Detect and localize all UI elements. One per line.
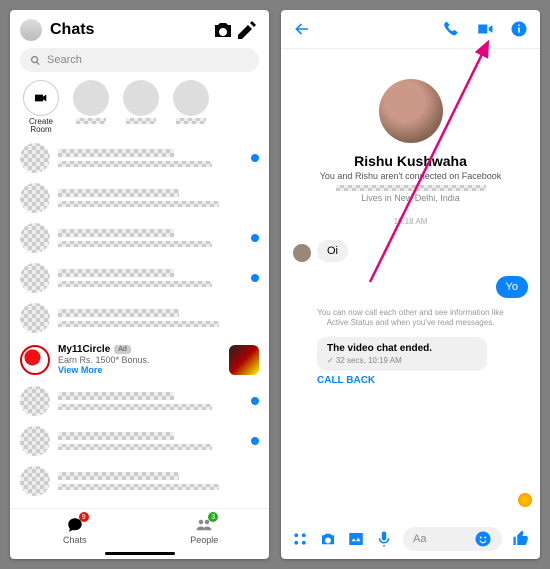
- message-row-out: Yo: [293, 276, 528, 298]
- emoji-icon[interactable]: [474, 530, 492, 548]
- mic-icon[interactable]: [375, 530, 393, 548]
- chat-item[interactable]: [10, 461, 269, 501]
- call-ended-title: The video chat ended.: [327, 343, 477, 354]
- unread-dot: [251, 274, 259, 282]
- search-placeholder: Search: [47, 54, 82, 66]
- chat-item[interactable]: [10, 258, 269, 298]
- unread-dot: [251, 234, 259, 242]
- system-info-note: You can now call each other and see info…: [293, 308, 528, 329]
- conversation-body: Rishu Kushwaha You and Rishu aren't conn…: [281, 49, 540, 521]
- video-plus-icon: [33, 90, 49, 106]
- story-item[interactable]: [170, 80, 212, 134]
- unread-dot: [251, 437, 259, 445]
- ad-name: My11Circle: [58, 344, 110, 355]
- incoming-message[interactable]: Oi: [317, 240, 348, 262]
- sender-avatar[interactable]: [293, 244, 311, 262]
- chats-screen: Chats Search Create Room My11Circle Ad Ea…: [10, 10, 269, 559]
- message-input-bar: Aa: [281, 521, 540, 559]
- chat-item[interactable]: [10, 381, 269, 421]
- camera-icon[interactable]: [319, 530, 337, 548]
- conversation-topbar: [281, 10, 540, 49]
- compose-icon[interactable]: [235, 18, 259, 42]
- info-button[interactable]: [510, 20, 528, 38]
- chat-item[interactable]: [10, 421, 269, 461]
- reaction-indicator: [518, 493, 532, 507]
- chat-list: My11Circle Ad Earn Rs. 1500* Bonus. View …: [10, 138, 269, 508]
- contact-name: Rishu Kushwaha: [354, 153, 467, 169]
- conversation-screen: Rishu Kushwaha You and Rishu aren't conn…: [281, 10, 540, 559]
- chat-item[interactable]: [10, 138, 269, 178]
- message-input[interactable]: Aa: [403, 527, 502, 551]
- message-row-in: Oi: [293, 240, 528, 262]
- ad-logo: [20, 345, 50, 375]
- phone-icon: [442, 20, 460, 38]
- redacted-info: [336, 185, 486, 191]
- ad-thumbnail: [229, 345, 259, 375]
- chat-item[interactable]: [10, 298, 269, 338]
- search-icon: [30, 55, 41, 66]
- story-item[interactable]: [70, 80, 112, 134]
- chats-badge: 9: [79, 512, 89, 522]
- connection-status: You and Rishu aren't connected on Facebo…: [320, 171, 502, 181]
- profile-avatar[interactable]: [20, 19, 42, 41]
- search-input[interactable]: Search: [20, 48, 259, 72]
- camera-icon[interactable]: [211, 18, 235, 42]
- chats-header: Chats: [10, 10, 269, 48]
- tab-people[interactable]: 3 People: [140, 509, 270, 552]
- thumbs-up-icon[interactable]: [512, 530, 530, 548]
- ad-badge: Ad: [114, 345, 131, 354]
- chats-title: Chats: [50, 21, 211, 39]
- back-button[interactable]: [293, 20, 311, 38]
- timestamp: 10:18 AM: [394, 217, 428, 226]
- chat-item[interactable]: [10, 178, 269, 218]
- sponsored-ad[interactable]: My11Circle Ad Earn Rs. 1500* Bonus. View …: [10, 338, 269, 381]
- story-row: Create Room: [10, 80, 269, 138]
- call-ended-card: The video chat ended. ✓ 32 secs, 10:19 A…: [317, 337, 487, 371]
- home-indicator: [105, 552, 175, 555]
- ad-subtitle: Earn Rs. 1500* Bonus.: [58, 355, 229, 365]
- location-info: Lives in New Delhi, India: [361, 193, 460, 203]
- video-call-button[interactable]: [476, 20, 494, 38]
- unread-dot: [251, 154, 259, 162]
- people-badge: 3: [208, 512, 218, 522]
- contact-avatar[interactable]: [379, 79, 443, 143]
- chat-item[interactable]: [10, 218, 269, 258]
- voice-call-button[interactable]: [442, 20, 460, 38]
- unread-dot: [251, 397, 259, 405]
- gallery-icon[interactable]: [347, 530, 365, 548]
- info-icon: [510, 20, 528, 38]
- outgoing-message[interactable]: Yo: [496, 276, 528, 298]
- video-icon: [476, 20, 494, 38]
- apps-icon[interactable]: [291, 530, 309, 548]
- create-room-button[interactable]: Create Room: [20, 80, 62, 134]
- call-ended-sub: ✓ 32 secs, 10:19 AM: [327, 356, 477, 365]
- story-item[interactable]: [120, 80, 162, 134]
- tab-chats[interactable]: 9 Chats: [10, 509, 140, 552]
- ad-view-more[interactable]: View More: [58, 365, 229, 375]
- arrow-left-icon: [293, 20, 311, 38]
- tab-bar: 9 Chats 3 People: [10, 508, 269, 552]
- call-back-button[interactable]: CALL BACK: [317, 375, 375, 386]
